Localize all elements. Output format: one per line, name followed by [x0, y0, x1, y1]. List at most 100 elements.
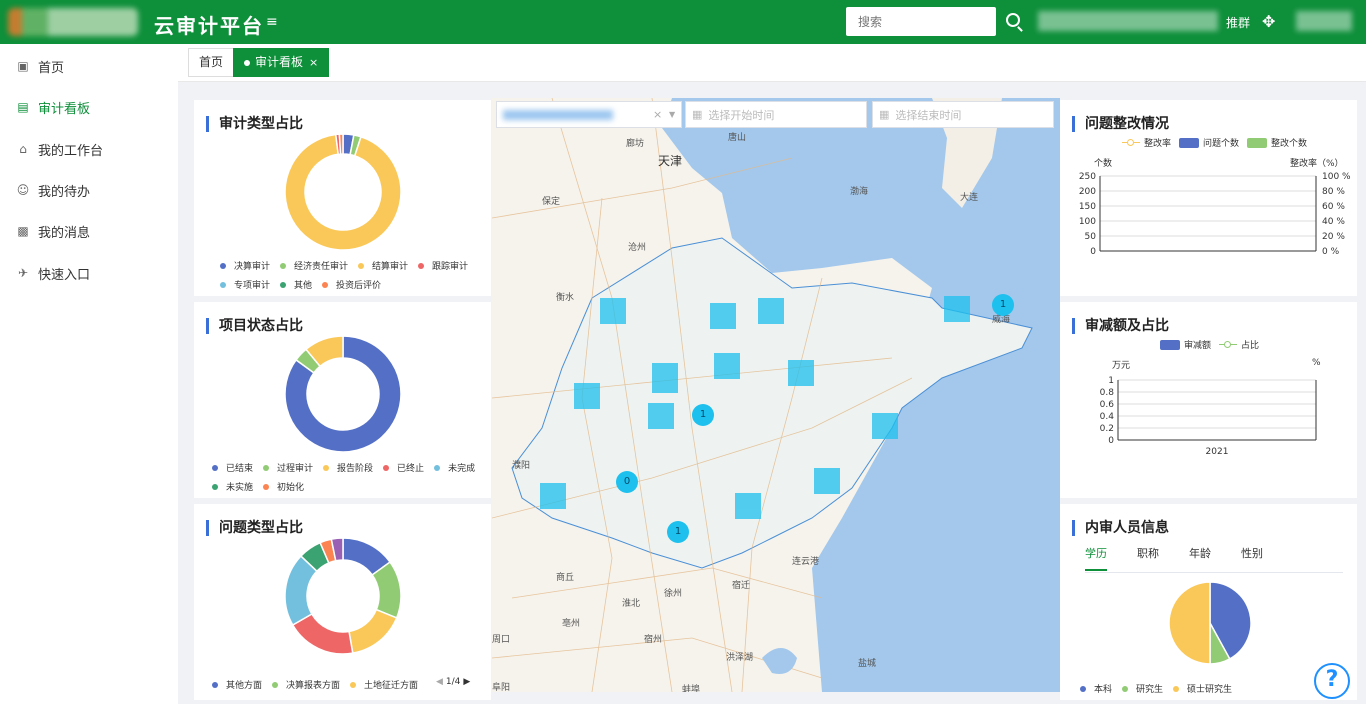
legend-label: 问题个数 — [1203, 139, 1240, 149]
y-tick-label: 1 — [1108, 376, 1114, 386]
legend-label: 跟踪审计 — [432, 262, 469, 272]
legend-item[interactable]: 土地征迁方面 — [350, 678, 418, 691]
map-count-bubble[interactable]: 1 — [667, 521, 689, 543]
card-title: 问题类型占比 — [206, 520, 303, 536]
menu-toggle-icon[interactable]: ≡ — [266, 14, 278, 30]
legend-item[interactable]: 研究生 — [1122, 682, 1163, 695]
tab-label: 首页 — [199, 55, 224, 69]
legend-item[interactable]: 初始化 — [263, 480, 304, 493]
legend-swatch — [322, 281, 329, 288]
city-label: 亳州 — [562, 619, 581, 629]
user-avatar-blur[interactable] — [1296, 11, 1352, 31]
card-title: 项目状态占比 — [206, 318, 303, 334]
legend-label: 未实施 — [226, 483, 254, 493]
tab-bar: 首页 审计看板 × — [178, 44, 1366, 82]
bar-legend-icon — [1179, 137, 1200, 148]
fullscreen-icon[interactable]: ✥ — [1262, 12, 1275, 31]
audit-type-card: 审计类型占比 决算审计 经济责任审计 结算审计 跟踪审计 专项审计 其他 投资后评价 — [194, 100, 491, 296]
y2-tick-label: 40 % — [1322, 217, 1345, 227]
pie-slice[interactable] — [1168, 581, 1211, 665]
legend-pager: ◀ 1/4 ▶ — [436, 677, 470, 687]
legend-label: 报告阶段 — [337, 464, 374, 474]
tab-age[interactable]: 年龄 — [1189, 545, 1211, 571]
legend-item[interactable]: 投资后评价 — [322, 278, 381, 291]
legend-swatch — [280, 281, 287, 288]
start-date-input[interactable]: ▦ 选择开始时间 — [685, 101, 867, 128]
city-label: 大连 — [960, 193, 979, 203]
legend-item[interactable]: 过程审计 — [263, 461, 313, 474]
legend-label: 决算审计 — [234, 262, 271, 272]
rectification-legend: 整改率 问题个数 整改个数 — [1122, 136, 1307, 149]
tab-title[interactable]: 职称 — [1137, 545, 1159, 571]
legend-label: 研究生 — [1136, 685, 1164, 695]
close-icon[interactable]: × — [309, 56, 318, 69]
legend-swatch — [1080, 685, 1086, 692]
legend-item[interactable]: 报告阶段 — [323, 461, 373, 474]
end-date-placeholder: 选择结束时间 — [895, 108, 962, 122]
help-icon[interactable]: ? — [1314, 663, 1350, 699]
sidebar-item-workbench[interactable]: ⌂ 我的工作台 — [0, 129, 178, 169]
prev-page-icon[interactable]: ◀ — [436, 677, 443, 687]
pie-slice[interactable] — [338, 133, 344, 155]
legend-item[interactable]: 决算报表方面 — [272, 678, 340, 691]
pie-slice[interactable] — [348, 608, 398, 655]
map-count-bubble[interactable]: 0 — [616, 471, 638, 493]
map-count-bubble[interactable]: 1 — [992, 294, 1014, 316]
sidebar-item-label: 我的待办 — [38, 184, 91, 200]
sidebar-item-label: 审计看板 — [38, 101, 91, 117]
legend-item[interactable]: 硕士研究生 — [1173, 682, 1232, 695]
legend-item[interactable]: 结算审计 — [358, 259, 408, 272]
legend-item[interactable]: 跟踪审计 — [418, 259, 468, 272]
clear-icon[interactable]: × — [653, 108, 662, 121]
y-tick-label: 0 — [1108, 436, 1114, 446]
y-tick-label: 250 — [1079, 172, 1096, 182]
issue-type-card: 问题类型占比 其他方面 决算报表方面 土地征迁方面 ◀ 1/4 ▶ — [194, 504, 491, 700]
user-name[interactable]: 推群 — [1226, 14, 1250, 31]
city-label: 商丘 — [556, 573, 575, 583]
tab-home[interactable]: 首页 — [188, 48, 235, 77]
legend-item[interactable]: 已终止 — [383, 461, 424, 474]
sidebar-item-todo[interactable]: ☺ 我的待办 — [0, 170, 178, 210]
legend-item[interactable]: 经济责任审计 — [280, 259, 348, 272]
legend-item[interactable]: 其他 — [280, 278, 312, 291]
legend-label: 经济责任审计 — [294, 262, 349, 272]
next-page-icon[interactable]: ▶ — [463, 677, 470, 687]
tab-dashboard[interactable]: 审计看板 × — [233, 48, 330, 77]
sidebar-item-messages[interactable]: ▩ 我的消息 — [0, 211, 178, 251]
legend-item[interactable]: 未实施 — [212, 480, 253, 493]
tab-education[interactable]: 学历 — [1085, 545, 1107, 571]
map-count-bubble[interactable]: 1 — [692, 404, 714, 426]
tab-gender[interactable]: 性别 — [1241, 545, 1263, 571]
sidebar-item-dashboard[interactable]: ▤ 审计看板 — [0, 87, 178, 127]
y2-tick-label: 0 % — [1322, 247, 1340, 257]
end-date-input[interactable]: ▦ 选择结束时间 — [872, 101, 1054, 128]
card-title: 内审人员信息 — [1072, 520, 1169, 536]
region-select[interactable]: × ▼ — [496, 101, 682, 128]
tab-label: 审计看板 — [255, 55, 304, 69]
legend-item[interactable]: 未完成 — [434, 461, 475, 474]
app-title: 云审计平台 — [154, 14, 264, 38]
search-input[interactable] — [846, 7, 996, 36]
house-icon: ⌂ — [19, 142, 27, 156]
legend-item[interactable]: 本科 — [1080, 682, 1112, 695]
line-legend-icon — [1122, 138, 1140, 147]
legend-item[interactable]: 已结束 — [212, 461, 253, 474]
legend-swatch — [358, 262, 365, 269]
search-icon[interactable] — [1006, 13, 1020, 27]
chevron-down-icon[interactable]: ▼ — [669, 110, 675, 119]
legend-item[interactable]: 决算审计 — [220, 259, 270, 272]
map-area[interactable]: 唐山 廊坊 天津 保定 渤海 大连 沧州 衡水 威海 濮阳 连云港 商丘 徐州 … — [492, 98, 1060, 692]
legend-label: 结算审计 — [372, 262, 409, 272]
legend-swatch — [1122, 685, 1129, 692]
legend-item[interactable]: 专项审计 — [220, 278, 270, 291]
project-status-legend: 已结束 过程审计 报告阶段 已终止 未完成未实施 初始化 — [212, 461, 490, 499]
legend-item[interactable]: 其他方面 — [212, 678, 262, 691]
city-label: 濮阳 — [512, 461, 531, 471]
city-label: 宿迁 — [732, 581, 751, 591]
legend-swatch — [1173, 685, 1180, 692]
y2-tick-label: 60 % — [1322, 202, 1345, 212]
legend-label: 硕士研究生 — [1187, 685, 1233, 695]
reduction-legend: 审减额 占比 — [1160, 338, 1259, 351]
sidebar-item-quick-entry[interactable]: ✈ 快速入口 — [0, 253, 178, 293]
sidebar-item-home[interactable]: ▣ 首页 — [0, 46, 178, 86]
